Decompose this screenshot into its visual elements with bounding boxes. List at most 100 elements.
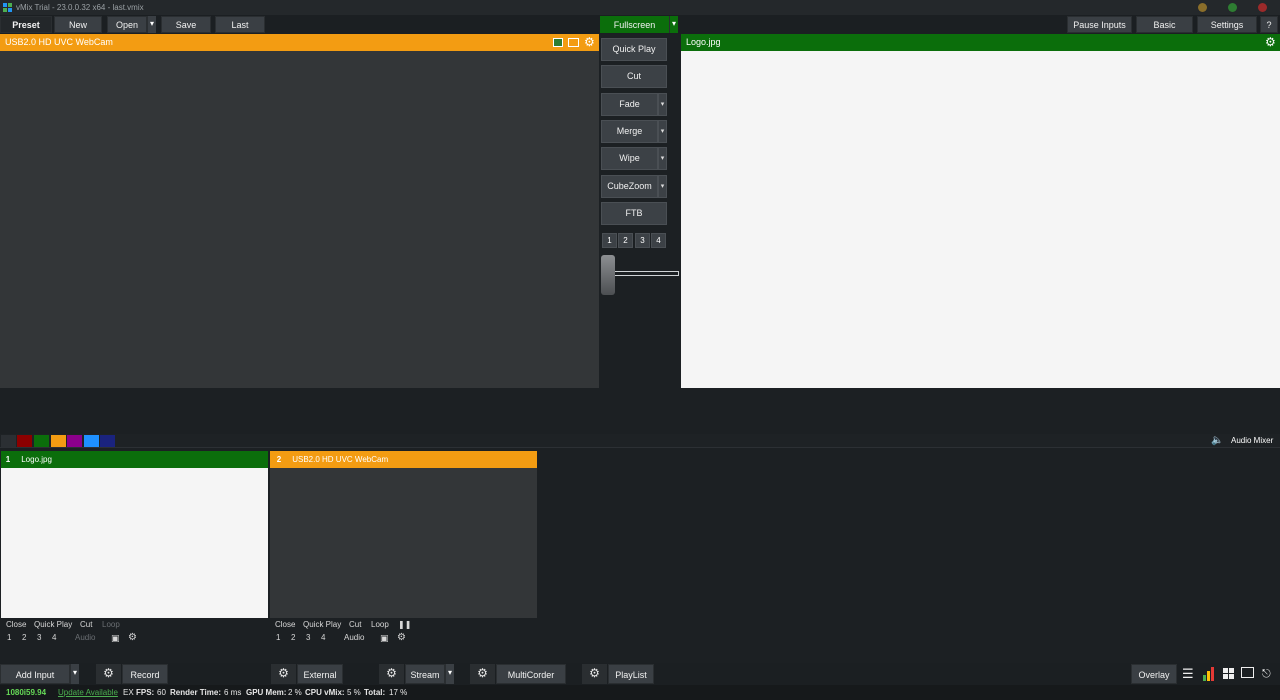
external-gear-icon[interactable]: ⚙ <box>271 664 296 684</box>
audio-mixer-label[interactable]: Audio Mixer <box>1231 434 1273 448</box>
status-render-label: Render Time: <box>170 688 221 697</box>
input-2-overlay-4[interactable]: 4 <box>321 632 325 644</box>
multicorder-button[interactable]: MultiCorder <box>496 664 566 684</box>
open-dropdown-arrow-icon[interactable]: ▾ <box>147 16 156 33</box>
color-tag-none[interactable] <box>1 435 16 447</box>
input-2-pause-icon[interactable]: ❚❚ <box>398 619 411 631</box>
input-1-overlay-4[interactable]: 4 <box>52 632 56 644</box>
color-tag-red[interactable] <box>17 435 32 447</box>
playlist-button[interactable]: PlayList <box>608 664 654 684</box>
preset-button[interactable]: Preset <box>0 16 52 33</box>
basic-button[interactable]: Basic <box>1136 16 1193 33</box>
cubezoom-dropdown-arrow-icon[interactable]: ▾ <box>658 175 667 198</box>
wipe-dropdown-arrow-icon[interactable]: ▾ <box>658 147 667 170</box>
transition-number-2[interactable]: 2 <box>618 233 633 248</box>
input-1-loop[interactable]: Loop <box>102 619 120 631</box>
speaker-icon[interactable]: 🔈 <box>1211 434 1223 448</box>
save-button[interactable]: Save <box>161 16 211 33</box>
wipe-button[interactable]: Wipe <box>601 147 658 170</box>
input-1-overlay-2[interactable]: 2 <box>22 632 26 644</box>
fade-button[interactable]: Fade <box>601 93 658 116</box>
stream-gear-icon[interactable]: ⚙ <box>379 664 404 684</box>
color-tag-orange[interactable] <box>51 435 66 447</box>
record-button[interactable]: Record <box>122 664 168 684</box>
record-gear-icon[interactable]: ⚙ <box>96 664 121 684</box>
input-1-cut[interactable]: Cut <box>80 619 92 631</box>
list-view-icon[interactable]: ☰ <box>1182 666 1194 682</box>
input-2-audio[interactable]: Audio <box>344 632 364 644</box>
maximize-dot-icon[interactable] <box>1228 3 1237 12</box>
status-update-link[interactable]: Update Available <box>58 685 118 700</box>
input-1-audio[interactable]: Audio <box>75 632 95 644</box>
input-2-gear-icon[interactable]: ⚙ <box>397 632 406 644</box>
grid-view-icon[interactable] <box>1222 667 1234 679</box>
overlay-button[interactable]: Overlay <box>1131 664 1177 684</box>
transition-number-1[interactable]: 1 <box>602 233 617 248</box>
merge-dropdown-arrow-icon[interactable]: ▾ <box>658 120 667 143</box>
add-input-dropdown-arrow-icon[interactable]: ▾ <box>70 664 79 684</box>
input-2-name: USB2.0 HD UVC WebCam <box>292 455 389 464</box>
input-2-monitor-icon[interactable]: ▣ <box>380 632 389 644</box>
color-tag-navy[interactable] <box>100 435 115 447</box>
window-title: vMix Trial - 23.0.0.32 x64 - last.vmix <box>16 3 144 12</box>
preview-color-icon[interactable] <box>553 38 563 47</box>
transition-number-4[interactable]: 4 <box>651 233 666 248</box>
preview-gear-icon[interactable]: ⚙ <box>584 34 595 51</box>
add-input-button[interactable]: Add Input <box>0 664 70 684</box>
multiview-icon[interactable] <box>1241 667 1254 678</box>
output-header: Logo.jpg ⚙ <box>681 34 1280 51</box>
input-1-monitor-icon[interactable]: ▣ <box>111 632 120 644</box>
input-2-overlay-2[interactable]: 2 <box>291 632 295 644</box>
input-1-overlay-3[interactable]: 3 <box>37 632 41 644</box>
status-cpu-label: CPU vMix: <box>305 688 345 697</box>
audio-meter-icon[interactable] <box>1203 667 1215 681</box>
cubezoom-button[interactable]: CubeZoom <box>601 175 658 198</box>
ftb-button[interactable]: FTB <box>601 202 667 225</box>
cut-button[interactable]: Cut <box>601 65 667 88</box>
color-tag-green[interactable] <box>34 435 49 447</box>
fullscreen-button[interactable]: Fullscreen <box>600 16 669 33</box>
input-1-gear-icon[interactable]: ⚙ <box>128 632 137 644</box>
input-1-quick-play[interactable]: Quick Play <box>34 619 72 631</box>
stream-button[interactable]: Stream <box>405 664 445 684</box>
tbar-track <box>612 271 679 276</box>
merge-button[interactable]: Merge <box>601 120 658 143</box>
input-2-loop[interactable]: Loop <box>371 619 389 631</box>
input-2-overlay-3[interactable]: 3 <box>306 632 310 644</box>
fullscreen-dropdown-arrow-icon[interactable]: ▾ <box>669 16 678 33</box>
quick-play-button[interactable]: Quick Play <box>601 38 667 61</box>
preview-screen <box>0 51 599 388</box>
stream-dropdown-arrow-icon[interactable]: ▾ <box>445 664 454 684</box>
playlist-gear-icon[interactable]: ⚙ <box>582 664 607 684</box>
input-2-header[interactable]: 2 USB2.0 HD UVC WebCam <box>270 451 537 468</box>
transition-number-3[interactable]: 3 <box>635 233 650 248</box>
input-1-number: 1 <box>5 455 11 464</box>
help-button[interactable]: ? <box>1260 16 1278 33</box>
minimize-dot-icon[interactable] <box>1198 3 1207 12</box>
open-button[interactable]: Open <box>107 16 147 33</box>
preview-header: USB2.0 HD UVC WebCam ⚙ <box>0 34 599 51</box>
tbar-handle[interactable] <box>601 255 615 295</box>
color-tag-blue[interactable] <box>84 435 99 447</box>
input-1-overlay-1[interactable]: 1 <box>7 632 11 644</box>
close-dot-icon[interactable] <box>1258 3 1267 12</box>
fade-dropdown-arrow-icon[interactable]: ▾ <box>658 93 667 116</box>
color-tag-purple[interactable] <box>67 435 82 447</box>
input-2-quick-play[interactable]: Quick Play <box>303 619 341 631</box>
last-button[interactable]: Last <box>215 16 265 33</box>
settings-button[interactable]: Settings <box>1197 16 1257 33</box>
output-gear-icon[interactable]: ⚙ <box>1265 34 1276 51</box>
new-button[interactable]: New <box>54 16 102 33</box>
pause-inputs-button[interactable]: Pause Inputs <box>1067 16 1132 33</box>
external-button[interactable]: External <box>297 664 343 684</box>
input-1-header[interactable]: 1 Logo.jpg <box>1 451 268 468</box>
input-2-cut[interactable]: Cut <box>349 619 361 631</box>
multicorder-gear-icon[interactable]: ⚙ <box>470 664 495 684</box>
input-2-close[interactable]: Close <box>275 619 295 631</box>
preview-monitor-icon[interactable] <box>568 38 579 47</box>
input-2-thumbnail[interactable] <box>270 468 537 618</box>
lock-icon[interactable]: ⎋ <box>1262 666 1271 682</box>
input-2-overlay-1[interactable]: 1 <box>276 632 280 644</box>
input-1-close[interactable]: Close <box>6 619 26 631</box>
input-1-thumbnail[interactable] <box>1 468 268 618</box>
